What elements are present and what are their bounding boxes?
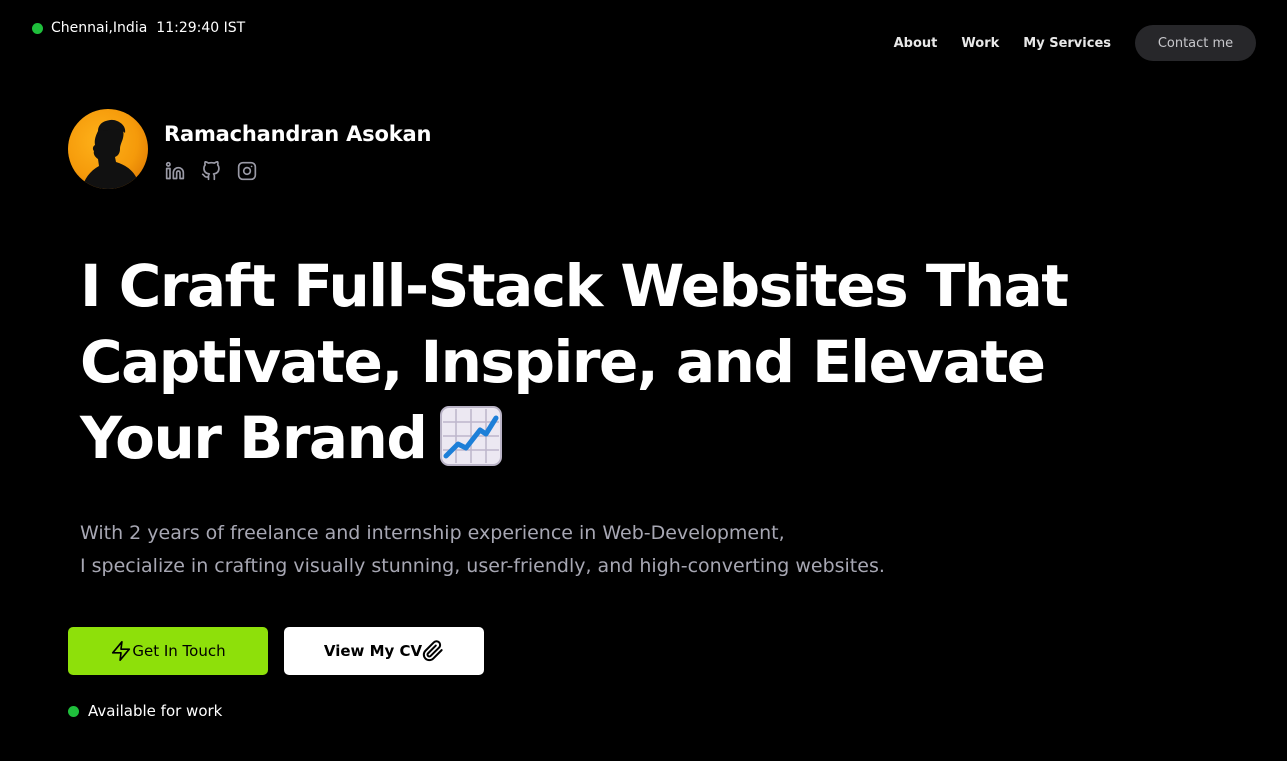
hero-line-2: Captivate, Inspire, and Elevate <box>80 328 1046 396</box>
description-line-2: I specialize in crafting visually stunni… <box>80 555 885 577</box>
get-in-touch-button[interactable]: Get In Touch <box>68 627 268 675</box>
nav-my-services[interactable]: My Services <box>1023 36 1111 51</box>
description-line-1: With 2 years of freelance and internship… <box>80 522 785 544</box>
local-time: 11:29:40 IST <box>156 20 246 36</box>
social-links <box>164 160 431 182</box>
contact-me-button[interactable]: Contact me <box>1135 25 1256 61</box>
silhouette-image <box>82 119 138 189</box>
hero-line-3-text: Your Brand <box>80 404 428 472</box>
nav-about[interactable]: About <box>894 36 938 51</box>
status-dot <box>32 22 43 34</box>
nav-work[interactable]: Work <box>961 36 999 51</box>
location-city: Chennai,India <box>51 20 148 36</box>
top-nav: About Work My Services Contact me <box>894 25 1256 61</box>
hero-line-3: Your Brand <box>80 400 980 476</box>
view-my-cv-button[interactable]: View My CV <box>284 627 484 675</box>
profile-name: Ramachandran Asokan <box>164 122 432 146</box>
linkedin-icon[interactable] <box>164 160 186 182</box>
profile-header: Ramachandran Asokan <box>68 109 431 189</box>
paperclip-icon <box>422 640 443 662</box>
location-clock: Chennai,India 11:29:40 IST <box>32 20 245 36</box>
hero-line-1: I Craft Full-Stack Websites That <box>80 252 1069 320</box>
availability-label: Available for work <box>88 702 223 720</box>
hero-headline: I Craft Full-Stack Websites That Captiva… <box>80 248 1069 476</box>
get-in-touch-label: Get In Touch <box>132 642 226 660</box>
github-icon[interactable] <box>200 160 222 182</box>
view-my-cv-label: View My CV <box>323 642 423 660</box>
availability-dot <box>68 705 79 717</box>
hero-description: With 2 years of freelance and internship… <box>80 517 885 583</box>
lightning-icon <box>112 641 131 661</box>
instagram-icon[interactable] <box>236 160 258 182</box>
chart-increasing-icon <box>440 405 503 466</box>
avatar <box>68 109 148 189</box>
availability-status: Available for work <box>68 702 222 720</box>
